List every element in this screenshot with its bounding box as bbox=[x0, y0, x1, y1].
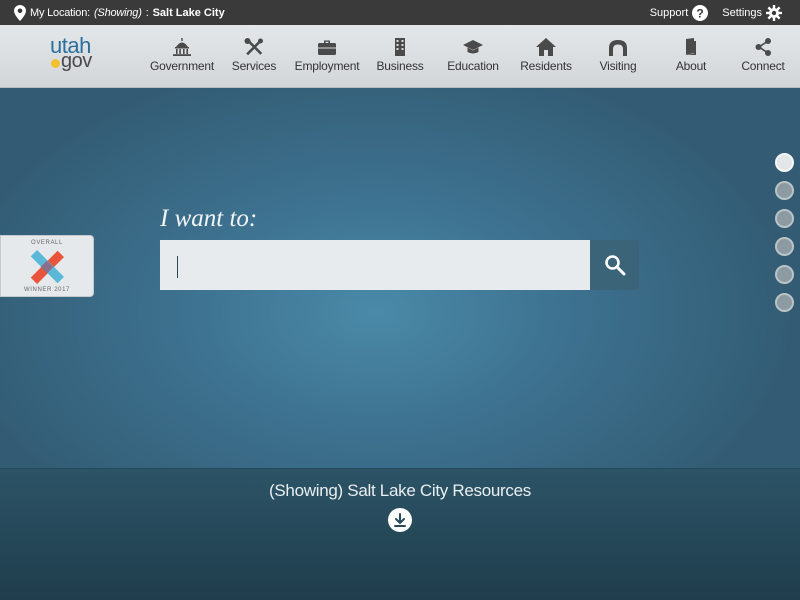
download-arrow-icon bbox=[394, 513, 406, 527]
nav-label-education: Education bbox=[447, 59, 499, 73]
nav-item-about[interactable]: About bbox=[651, 25, 731, 87]
building-icon bbox=[395, 38, 405, 56]
tools-icon bbox=[244, 38, 263, 56]
scroll-down-button[interactable] bbox=[388, 508, 412, 532]
briefcase-icon bbox=[318, 40, 336, 55]
nav-label-connect: Connect bbox=[741, 59, 785, 73]
share-icon bbox=[755, 38, 771, 56]
nav-label-employment: Employment bbox=[294, 59, 360, 73]
top-utility-bar: My Location: (Showing) : Salt Lake City … bbox=[0, 0, 800, 25]
question-circle-icon: ? bbox=[692, 4, 709, 21]
slide-dot-5[interactable] bbox=[775, 265, 794, 284]
resources-title: (Showing) Salt Lake City Resources bbox=[269, 481, 531, 500]
capitol-icon bbox=[173, 38, 191, 56]
nav-item-employment[interactable]: Employment bbox=[287, 25, 367, 87]
gear-icon bbox=[766, 4, 782, 21]
support-label: Support bbox=[649, 6, 689, 19]
badge-bottom-text: WINNER 2017 bbox=[24, 287, 70, 293]
book-icon bbox=[686, 38, 696, 55]
location-prefix: My Location: bbox=[30, 6, 90, 19]
slide-dot-3[interactable] bbox=[775, 209, 794, 228]
resources-section: (Showing) Salt Lake City Resources bbox=[0, 468, 800, 600]
graduation-cap-icon bbox=[463, 40, 483, 54]
nav-label-services: Services bbox=[231, 59, 277, 73]
nav-label-visiting: Visiting bbox=[599, 59, 637, 73]
nav-label-government: Government bbox=[149, 59, 215, 73]
logo-gov-text: gov bbox=[61, 50, 92, 72]
map-pin-icon bbox=[14, 4, 26, 21]
nav-item-government[interactable]: Government bbox=[142, 25, 222, 87]
slide-dot-2[interactable] bbox=[775, 181, 794, 200]
logo-dot bbox=[51, 59, 60, 68]
award-badge[interactable]: OVERALL WINNER 2017 bbox=[0, 235, 94, 297]
text-caret bbox=[177, 256, 178, 278]
location-showing: (Showing) bbox=[93, 6, 142, 19]
nav-item-education[interactable]: Education bbox=[433, 25, 513, 87]
search-button[interactable] bbox=[590, 240, 639, 290]
location-separator: : bbox=[145, 6, 149, 19]
svg-text:?: ? bbox=[697, 6, 704, 20]
slide-dot-1[interactable] bbox=[775, 153, 794, 172]
settings-link[interactable]: Settings bbox=[722, 4, 782, 21]
nav-item-business[interactable]: Business bbox=[360, 25, 440, 87]
support-link[interactable]: Support ? bbox=[649, 4, 709, 21]
location-city[interactable]: Salt Lake City bbox=[153, 7, 225, 19]
search-input[interactable] bbox=[160, 240, 590, 290]
home-icon bbox=[536, 38, 556, 56]
utah-gov-logo[interactable]: utah gov bbox=[47, 33, 103, 75]
location-display[interactable]: My Location: (Showing) : Salt Lake City bbox=[14, 4, 225, 21]
slide-dot-4[interactable] bbox=[775, 237, 794, 256]
nav-item-services[interactable]: Services bbox=[214, 25, 294, 87]
nav-label-business: Business bbox=[376, 59, 424, 73]
search-icon bbox=[604, 255, 625, 276]
main-navigation: utah gov Government Services Employment … bbox=[0, 25, 800, 88]
nav-label-residents: Residents bbox=[520, 59, 572, 73]
nav-item-visiting[interactable]: Visiting bbox=[578, 25, 658, 87]
nav-item-connect[interactable]: Connect bbox=[723, 25, 800, 87]
nav-item-residents[interactable]: Residents bbox=[506, 25, 586, 87]
hero-section: I want to: OVERALL WINNER 2017 bbox=[0, 88, 800, 468]
settings-label: Settings bbox=[722, 6, 762, 19]
search-prompt: I want to: bbox=[160, 205, 258, 232]
award-x-logo-icon bbox=[30, 250, 64, 284]
arch-icon bbox=[609, 40, 627, 56]
slide-dot-6[interactable] bbox=[775, 293, 794, 312]
badge-top-text: OVERALL bbox=[31, 240, 63, 246]
nav-label-about: About bbox=[675, 59, 707, 73]
